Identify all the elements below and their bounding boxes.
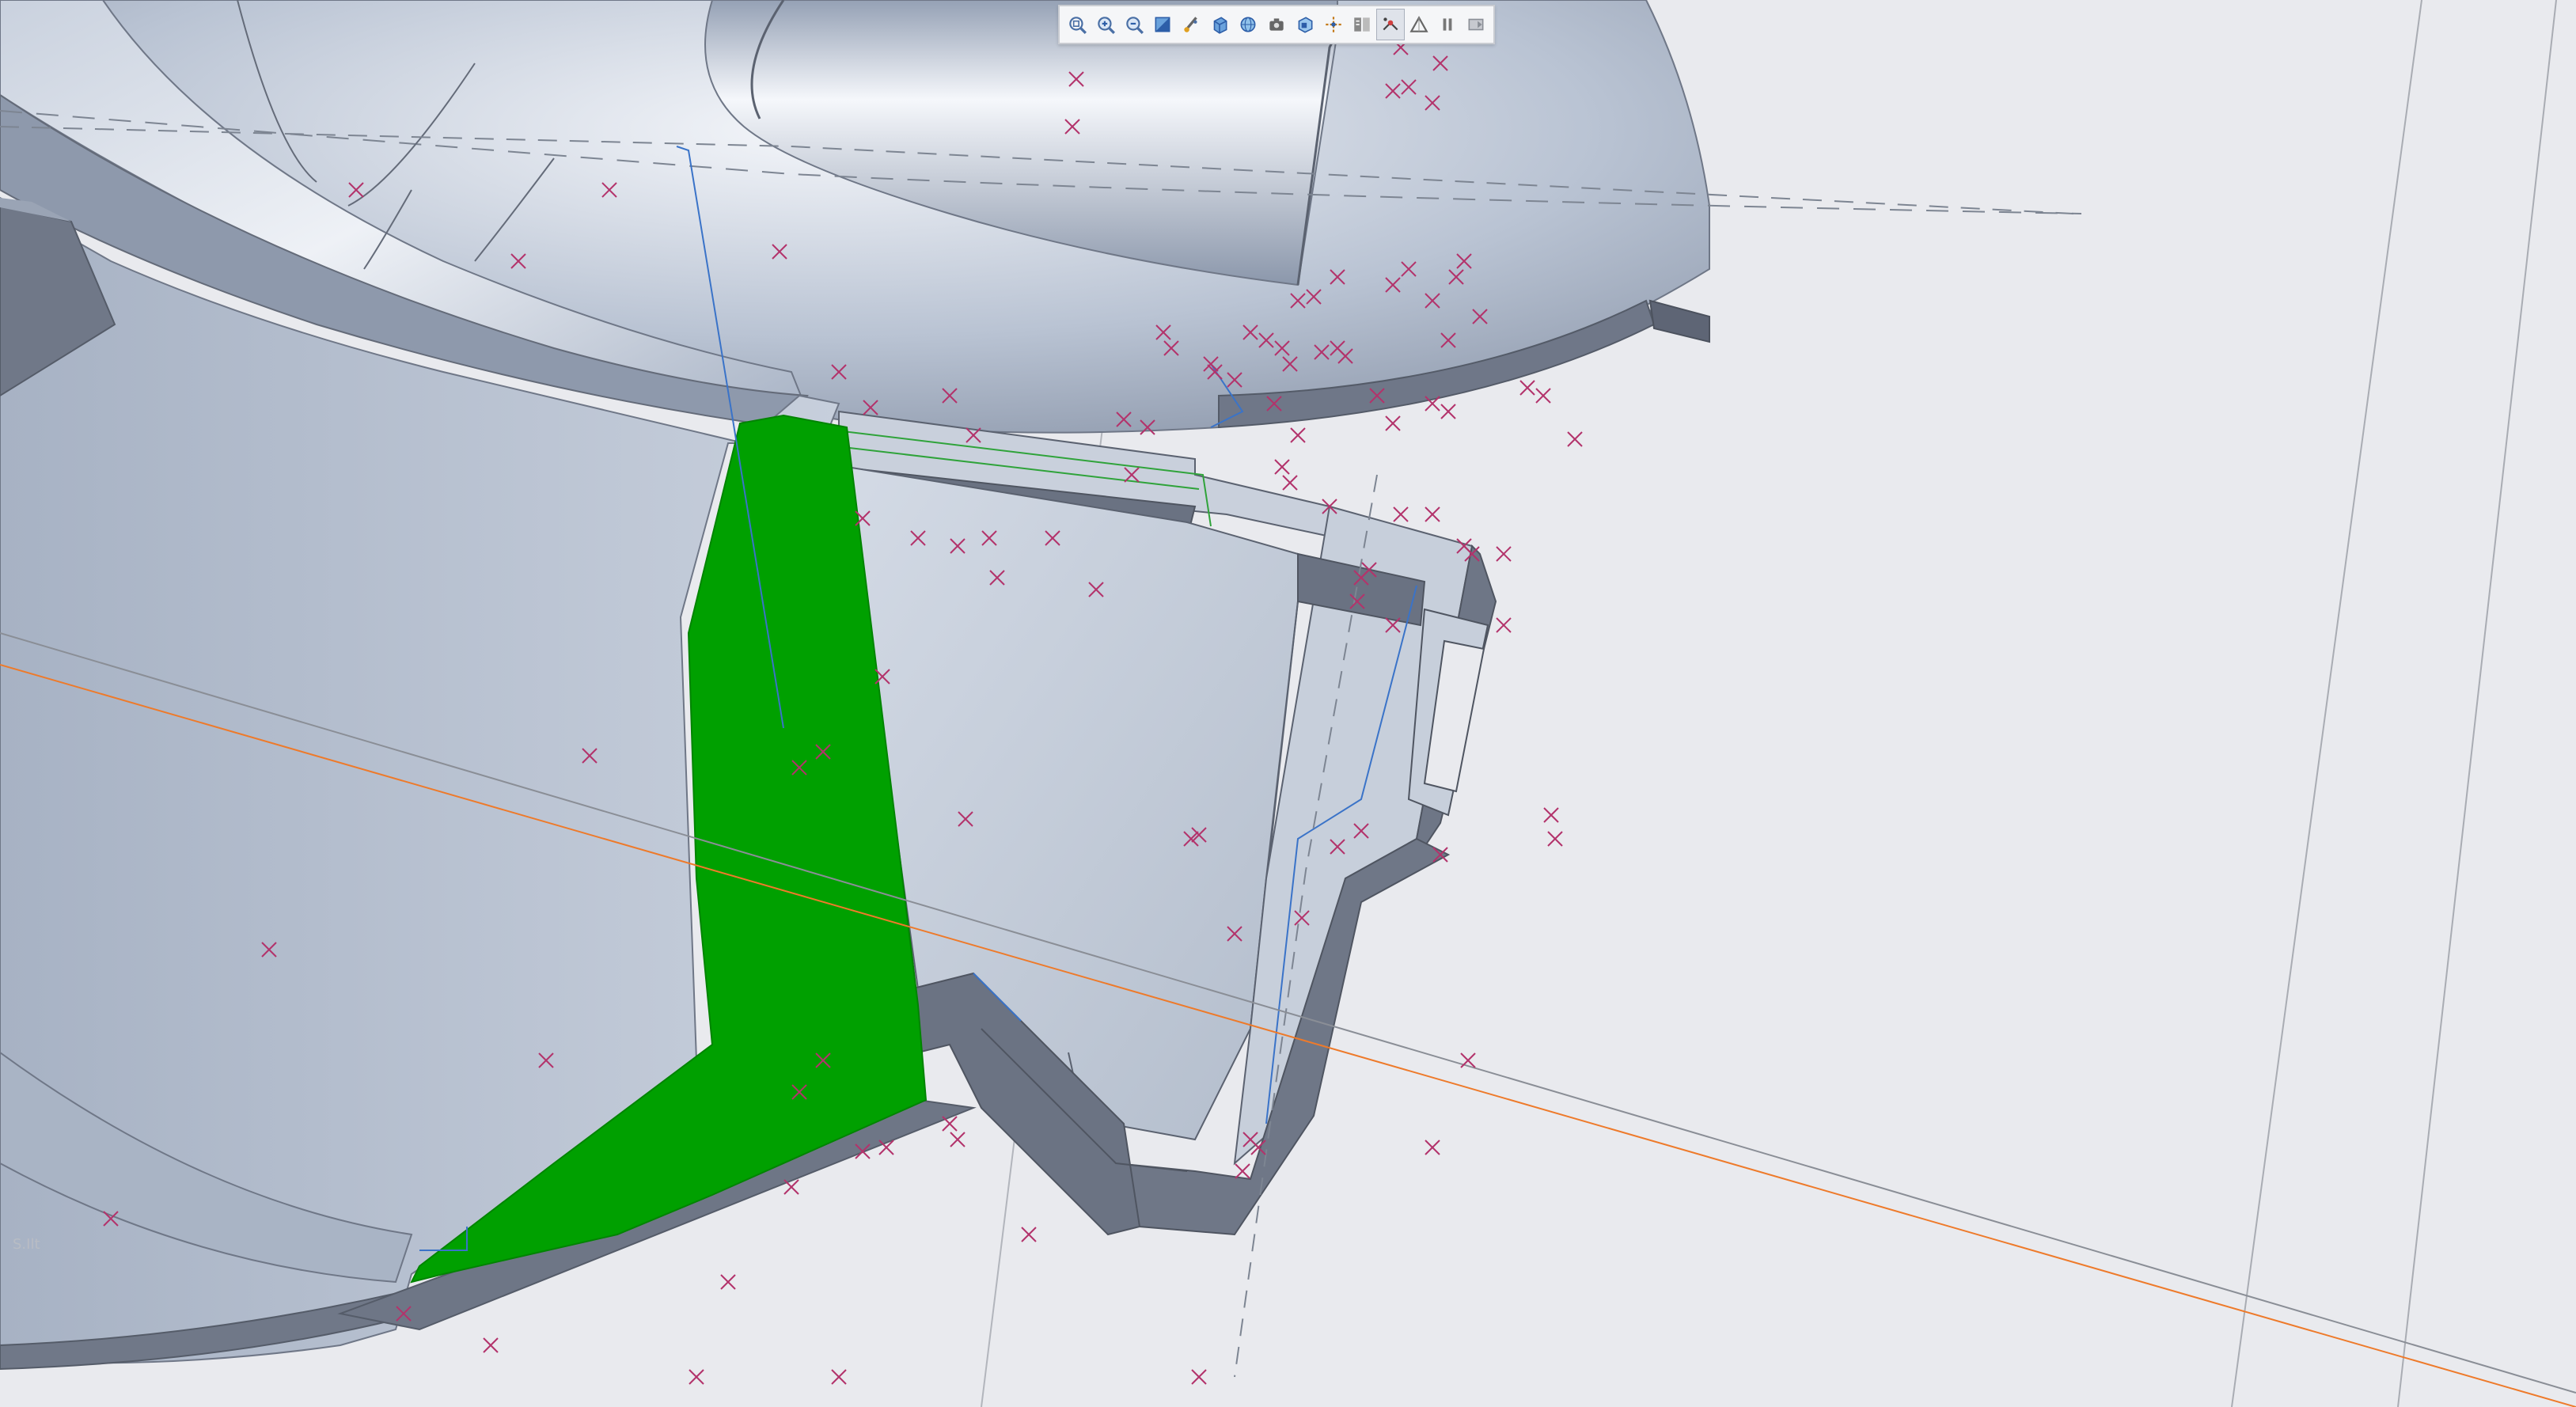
appearance-icon (1184, 17, 1197, 32)
zoom-fit-icon (1069, 17, 1087, 34)
repaint-button[interactable] (1462, 9, 1490, 40)
zoom-in-button[interactable] (1091, 9, 1120, 40)
graphics-viewport[interactable]: S.Ilt (0, 0, 2576, 1407)
pause-button[interactable] (1433, 9, 1462, 40)
repaint-icon (1468, 18, 1484, 31)
named-views-icon (1298, 17, 1313, 33)
view-manager-icon (1240, 17, 1256, 32)
annotation-display-icon (1354, 17, 1370, 32)
appearance-button[interactable] (1177, 9, 1205, 40)
spin-center-icon (1383, 17, 1398, 31)
zoom-out-button[interactable] (1120, 9, 1148, 40)
perspective-icon (1409, 16, 1428, 32)
saved-views-icon (1269, 18, 1284, 31)
model-scene[interactable] (0, 0, 2576, 1407)
named-views-button[interactable] (1291, 9, 1319, 40)
display-style-icon (1213, 17, 1227, 34)
saved-views-button[interactable] (1262, 9, 1291, 40)
pause-icon (1443, 18, 1452, 31)
zoom-out-icon (1126, 17, 1144, 34)
zoom-in-icon (1098, 17, 1115, 34)
spin-center-button[interactable] (1376, 9, 1405, 40)
view-manager-button[interactable] (1234, 9, 1262, 40)
section-view-button[interactable] (1148, 9, 1177, 40)
datum-display-button[interactable] (1319, 9, 1348, 40)
display-style-button[interactable] (1205, 9, 1234, 40)
section-view-icon (1155, 17, 1170, 32)
annotation-display-button[interactable] (1348, 9, 1376, 40)
perspective-button[interactable] (1405, 9, 1433, 40)
zoom-fit-button[interactable] (1063, 9, 1091, 40)
corner-label: S.Ilt (13, 1236, 40, 1253)
datum-display-icon (1326, 17, 1341, 32)
view-toolbar (1058, 5, 1495, 44)
